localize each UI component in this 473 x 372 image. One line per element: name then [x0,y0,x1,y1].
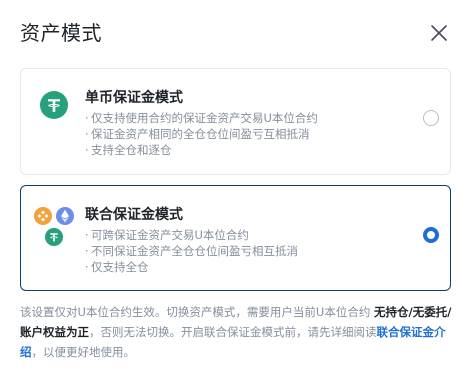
bullet-item: 仅支持使用合约的保证金资产交易U本位合约 [85,110,318,126]
dialog-title: 资产模式 [20,21,102,45]
single-asset-mode-radio[interactable] [423,110,439,126]
tether-icon [40,91,68,119]
asset-mode-dialog: 资产模式 单币保证金模式 仅支持使用合约的保证金资产交易U本位合约 保证金资产相… [0,0,473,372]
mode-switch-note: 该设置仅对U本位合约生效。切换资产模式，需要用户当前U本位合约 无持仓/无委托/… [20,302,452,362]
bullet-item: 仅支持全仓 [85,259,298,275]
note-text: ，以便更好地使用。 [31,345,136,359]
bullet-item: 可跨保证金资产交易U本位合约 [85,227,298,243]
close-icon[interactable] [429,23,449,43]
note-text: ，否则无法切换。开启联合保证金模式前，请先详细阅读 [89,325,377,339]
multi-asset-mode-bullets: 可跨保证金资产交易U本位合约 不同保证金资产全仓仓位间盈亏相互抵消 仅支持全仓 [85,227,298,275]
bullet-item: 保证金资产相同的全仓仓位间盈亏互相抵消 [85,126,318,142]
tether-icon [45,228,63,246]
bnb-coin-icon [34,207,52,225]
multi-asset-mode-radio[interactable] [423,227,439,243]
single-asset-mode-option[interactable]: 单币保证金模式 仅支持使用合约的保证金资产交易U本位合约 保证金资产相同的全仓仓… [20,68,451,175]
note-text: 该设置仅对U本位合约生效。切换资产模式，需要用户当前U本位合约 [20,305,374,319]
bullet-item: 不同保证金资产全仓仓位间盈亏相互抵消 [85,243,298,259]
single-asset-mode-bullets: 仅支持使用合约的保证金资产交易U本位合约 保证金资产相同的全仓仓位间盈亏互相抵消… [85,110,318,158]
single-asset-mode-title: 单币保证金模式 [85,90,183,106]
bullet-item: 支持全仓和逐仓 [85,142,318,158]
multi-asset-mode-title: 联合保证金模式 [85,207,183,223]
multi-asset-mode-option[interactable]: 联合保证金模式 可跨保证金资产交易U本位合约 不同保证金资产全仓仓位间盈亏相互抵… [20,185,451,291]
ethereum-icon [56,207,74,225]
